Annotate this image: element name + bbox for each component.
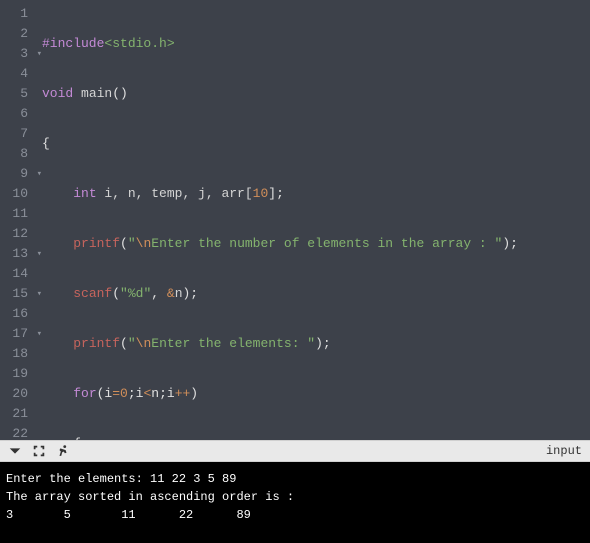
line-number: 5 (0, 84, 34, 104)
line-number: 18 (0, 344, 34, 364)
line-number: 3 (0, 44, 34, 64)
chevron-down-icon[interactable] (8, 444, 22, 458)
status-right-label[interactable]: input (546, 444, 582, 458)
code-line: void main() (34, 84, 590, 104)
person-run-icon[interactable] (56, 444, 70, 458)
line-number: 11 (0, 204, 34, 224)
line-number: 2 (0, 24, 34, 44)
code-line: printf("\nEnter the number of elements i… (34, 234, 590, 254)
line-number: 4 (0, 64, 34, 84)
line-number: 7 (0, 124, 34, 144)
line-number: 15 (0, 284, 34, 304)
line-number: 8 (0, 144, 34, 164)
code-line: printf("\nEnter the elements: "); (34, 334, 590, 354)
status-bar: input (0, 440, 590, 462)
line-number: 22 (0, 424, 34, 440)
terminal-line: 3 5 11 22 89 (6, 506, 584, 524)
line-number: 21 (0, 404, 34, 424)
line-number: 10 (0, 184, 34, 204)
line-number: 6 (0, 104, 34, 124)
code-area[interactable]: #include<stdio.h> void main() { int i, n… (34, 0, 590, 440)
line-number: 12 (0, 224, 34, 244)
terminal-output[interactable]: Enter the elements: 11 22 3 5 89The arra… (0, 462, 590, 543)
line-number: 20 (0, 384, 34, 404)
line-number: 19 (0, 364, 34, 384)
code-line: for(i=0;i<n;i++) (34, 384, 590, 404)
terminal-line: Enter the elements: 11 22 3 5 89 (6, 470, 584, 488)
code-line: int i, n, temp, j, arr[10]; (34, 184, 590, 204)
line-number-gutter: 12345678910111213141516171819202122 (0, 0, 34, 440)
code-line: #include<stdio.h> (34, 34, 590, 54)
line-number: 17 (0, 324, 34, 344)
fullscreen-icon[interactable] (32, 444, 46, 458)
code-editor[interactable]: 12345678910111213141516171819202122 #inc… (0, 0, 590, 440)
line-number: 14 (0, 264, 34, 284)
line-number: 1 (0, 4, 34, 24)
line-number: 9 (0, 164, 34, 184)
code-line: { (34, 134, 590, 154)
code-line: scanf("%d", &n); (34, 284, 590, 304)
line-number: 16 (0, 304, 34, 324)
terminal-line: The array sorted in ascending order is : (6, 488, 584, 506)
line-number: 13 (0, 244, 34, 264)
code-line: { (34, 434, 590, 440)
